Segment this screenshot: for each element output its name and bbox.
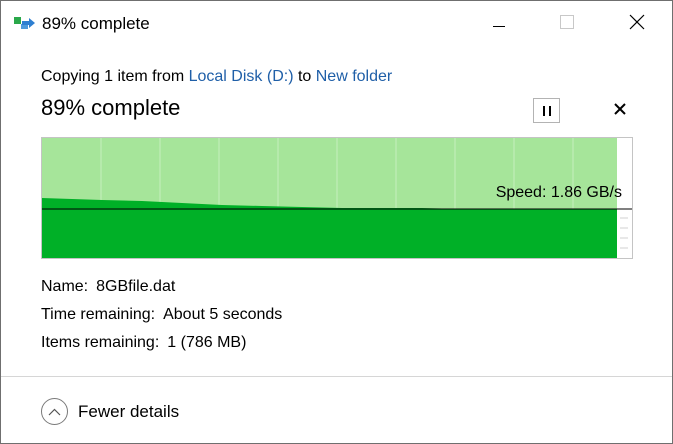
name-label: Name: — [41, 278, 89, 295]
copy-middle: to — [293, 68, 316, 85]
cancel-button[interactable] — [607, 99, 633, 123]
speed-label: Speed: 1.86 GB/s — [495, 184, 622, 201]
copy-dialog-window: 89% complete Copying 1 item from Local D… — [0, 0, 673, 444]
items-remaining-label: Items remaining: — [41, 334, 160, 351]
destination-link[interactable]: New folder — [316, 68, 392, 85]
close-icon — [629, 14, 645, 35]
cancel-icon — [614, 102, 626, 120]
items-remaining-value: 1 (786 MB) — [167, 334, 247, 351]
fewer-details-button[interactable]: Fewer details — [41, 398, 179, 425]
close-button[interactable] — [614, 1, 660, 47]
progress-headline: 89% complete — [41, 95, 181, 120]
detail-name: Name: 8GBfile.dat — [41, 278, 175, 296]
detail-items-remaining: Items remaining: 1 (786 MB) — [41, 334, 246, 352]
maximize-icon — [560, 14, 574, 34]
time-remaining-value: About 5 seconds — [163, 306, 283, 323]
source-link[interactable]: Local Disk (D:) — [189, 68, 294, 85]
chevron-up-icon — [41, 398, 68, 425]
detail-time-remaining: Time remaining: About 5 seconds — [41, 306, 282, 324]
copy-description: Copying 1 item from Local Disk (D:) to N… — [41, 68, 392, 86]
pause-button[interactable] — [533, 98, 560, 123]
window-title: 89% complete — [42, 14, 150, 33]
title-bar[interactable]: 89% complete — [1, 1, 672, 47]
file-copy-icon — [14, 15, 36, 31]
time-remaining-label: Time remaining: — [41, 306, 156, 323]
minimize-button[interactable] — [476, 1, 522, 47]
copy-prefix: Copying 1 item from — [41, 68, 189, 85]
name-value: 8GBfile.dat — [96, 278, 176, 295]
graph-ticks — [620, 217, 628, 249]
maximize-button[interactable] — [544, 1, 590, 47]
minimize-icon — [493, 15, 505, 33]
dialog-footer: Fewer details — [1, 376, 672, 443]
fewer-details-label: Fewer details — [78, 401, 180, 421]
pause-icon — [541, 105, 553, 116]
speed-graph: Speed: 1.86 GB/s — [41, 137, 633, 259]
